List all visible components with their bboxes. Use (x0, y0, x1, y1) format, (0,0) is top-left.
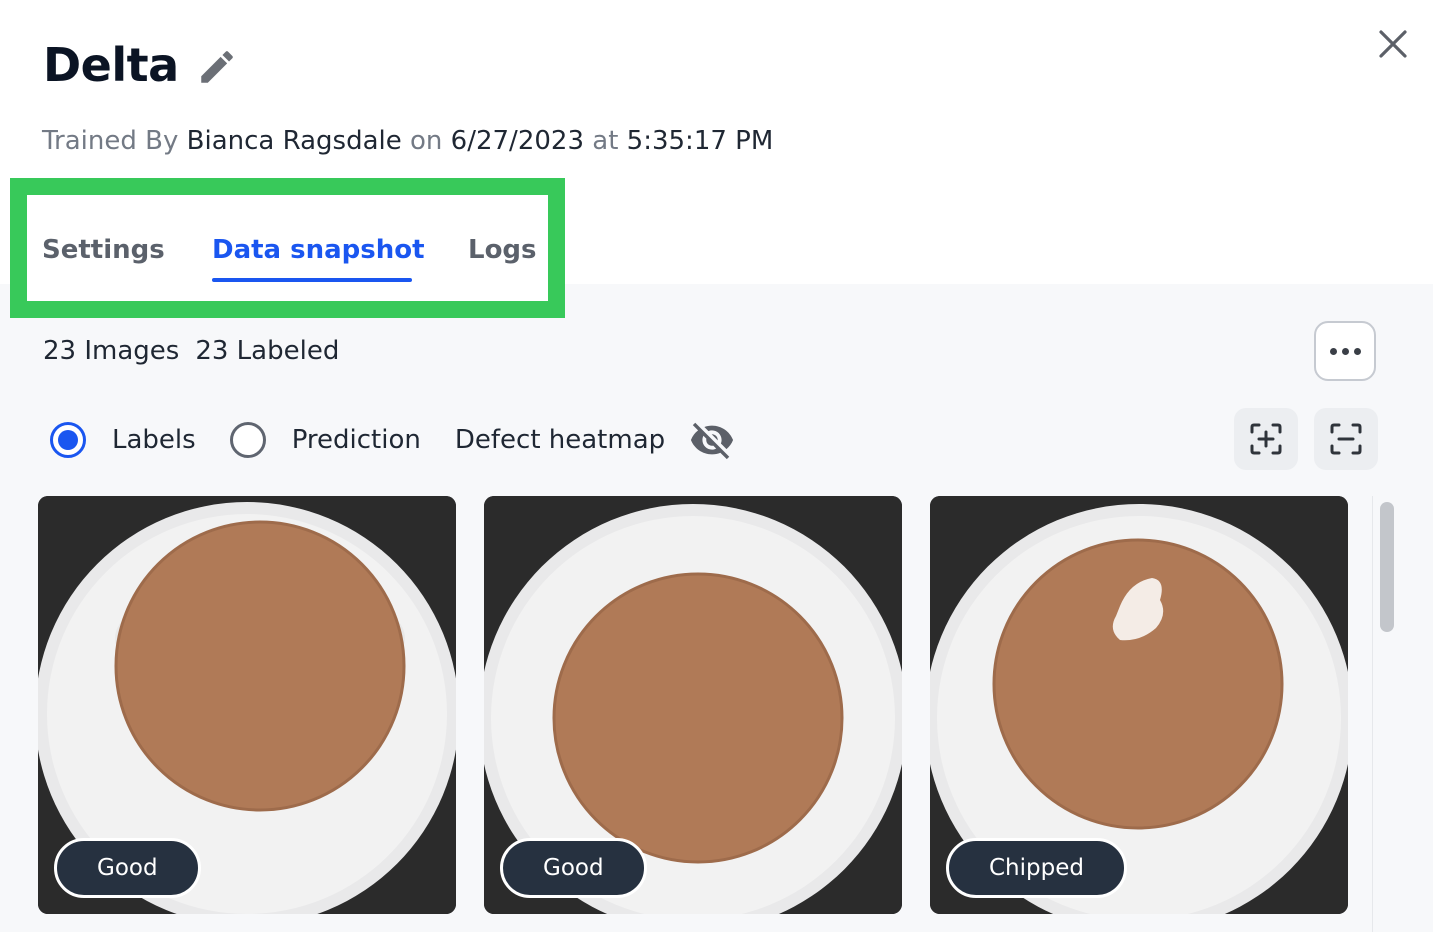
eye-off-icon[interactable] (689, 417, 735, 463)
zoom-in-frame-icon (1250, 423, 1282, 455)
zoom-out-button[interactable] (1314, 408, 1378, 470)
trained-by-line: Trained By Bianca Ragsdale on 6/27/2023 … (42, 126, 773, 156)
trained-date: 6/27/2023 (450, 126, 584, 156)
image-card[interactable]: Good (38, 496, 456, 914)
tab-data-snapshot[interactable]: Data snapshot (212, 235, 425, 265)
label-badge: Good (500, 838, 647, 898)
more-options-button[interactable] (1314, 321, 1376, 381)
dataset-counts: 23 Images 23 Labeled (43, 336, 339, 366)
close-icon[interactable] (1373, 24, 1413, 64)
pencil-icon[interactable] (196, 46, 238, 88)
defect-heatmap-label: Defect heatmap (454, 425, 666, 455)
tab-settings[interactable]: Settings (42, 235, 165, 265)
image-card[interactable]: Good (484, 496, 902, 914)
image-card[interactable]: Chipped (930, 496, 1348, 914)
at-word: at (592, 126, 619, 156)
more-horizontal-icon (1329, 347, 1337, 355)
prediction-radio[interactable] (229, 422, 266, 458)
labels-radio[interactable] (50, 422, 86, 458)
more-dot (1341, 347, 1349, 355)
more-dot (1353, 347, 1361, 355)
scrollbar-thumb[interactable] (1380, 502, 1394, 632)
on-word: on (410, 126, 443, 156)
page-title: Delta (43, 38, 179, 92)
tabs-highlight-box: Settings Data snapshot Logs (10, 178, 565, 318)
tab-bar: Settings Data snapshot Logs (27, 195, 548, 301)
view-mode-row: Labels Prediction Defect heatmap (50, 418, 735, 462)
trained-by-prefix: Trained By (42, 126, 179, 156)
labeled-count: 23 Labeled (195, 336, 340, 366)
data-snapshot-panel: 23 Images 23 Labeled Labels Prediction De… (0, 284, 1433, 932)
trainer-name: Bianca Ragsdale (186, 126, 402, 156)
images-count: 23 Images (43, 336, 180, 366)
zoom-in-button[interactable] (1234, 408, 1298, 470)
tab-logs[interactable]: Logs (468, 235, 537, 265)
trained-time: 5:35:17 PM (626, 126, 774, 156)
labels-radio-label[interactable]: Labels (112, 425, 196, 455)
label-badge: Chipped (946, 838, 1127, 898)
prediction-radio-label[interactable]: Prediction (292, 425, 421, 455)
radio-selected-dot (58, 430, 78, 450)
active-tab-indicator (212, 278, 412, 282)
zoom-out-frame-icon (1330, 423, 1362, 455)
label-badge: Good (54, 838, 201, 898)
